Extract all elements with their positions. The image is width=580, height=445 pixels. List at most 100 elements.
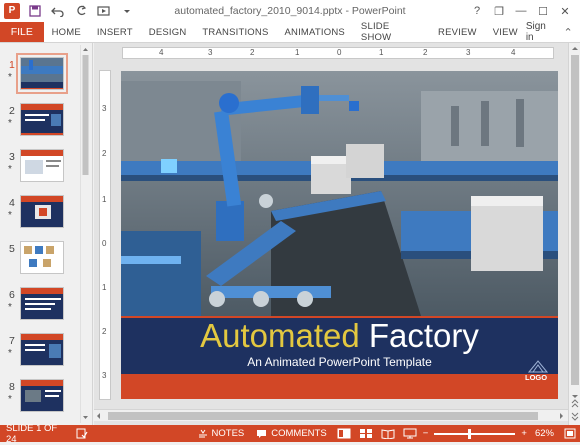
animation-star-icon: * — [8, 348, 12, 359]
minimize-button[interactable]: — — [510, 2, 532, 20]
fit-slide-button[interactable] — [560, 425, 580, 442]
animation-star-icon: * — [8, 302, 12, 313]
notes-button[interactable]: NOTES — [192, 425, 251, 442]
slide-show-icon — [403, 428, 417, 439]
ribbon-tabs: FILE HOME INSERT DESIGN TRANSITIONS ANIM… — [0, 21, 580, 43]
thumbnail-number: 2 — [9, 105, 15, 117]
slide-sorter-button[interactable] — [355, 425, 377, 442]
vertical-ruler: 3 2 1 0 1 2 3 — [99, 70, 111, 400]
undo-icon[interactable] — [50, 3, 66, 19]
slide-thumbnail-4[interactable]: 4 * — [0, 195, 80, 239]
tab-transitions[interactable]: TRANSITIONS — [194, 22, 276, 42]
ruler-label: 1 — [379, 48, 384, 57]
slide-thumbnail-7[interactable]: 7 * — [0, 333, 80, 377]
window-controls: ? ❐ — ☐ ✕ — [466, 2, 576, 20]
thumbnail-number: 1 — [9, 59, 15, 71]
slide-thumbnail-5[interactable]: 5 — [0, 241, 80, 285]
start-from-beginning-icon[interactable] — [96, 3, 112, 19]
thumbnail-number: 3 — [9, 151, 15, 163]
close-button[interactable]: ✕ — [554, 2, 576, 20]
slide-subtitle[interactable]: An Animated PowerPoint Template — [121, 355, 558, 369]
logo-mark-icon — [527, 360, 549, 373]
comments-button[interactable]: COMMENTS — [250, 425, 332, 442]
tab-review[interactable]: REVIEW — [430, 22, 485, 42]
thumbnail-image — [20, 149, 64, 182]
thumbnail-image — [20, 103, 64, 136]
slide-thumbnail-pane: 1 * 2 * 3 * 4 * 5 6 * 7 * 8 * — [0, 43, 93, 425]
quick-access-toolbar: P — [4, 3, 135, 19]
tab-view[interactable]: VIEW — [485, 22, 526, 42]
current-slide[interactable]: Automated Factory An Animated PowerPoint… — [121, 71, 558, 399]
ruler-label: 2 — [102, 149, 107, 158]
sign-in-link[interactable]: Sign in — [526, 21, 560, 43]
tab-animations[interactable]: ANIMATIONS — [277, 22, 353, 42]
normal-view-button[interactable] — [333, 425, 355, 442]
thumbnail-image — [16, 53, 68, 94]
ruler-label: 3 — [102, 104, 107, 113]
slide-thumbnail-3[interactable]: 3 * — [0, 149, 80, 193]
tab-file[interactable]: FILE — [0, 22, 44, 42]
slide-show-button[interactable] — [399, 425, 421, 442]
thumbnail-number: 6 — [9, 289, 15, 301]
thumbnail-image — [20, 195, 64, 228]
title-bar: P automated_factory_2010_9014.pptx - Pow… — [0, 0, 580, 22]
animation-star-icon: * — [8, 210, 12, 221]
comments-icon — [257, 429, 267, 438]
tab-slide-show[interactable]: SLIDE SHOW — [353, 21, 430, 43]
proofing-icon[interactable] — [70, 425, 94, 442]
slide-thumbnail-8[interactable]: 8 * — [0, 379, 80, 423]
animation-star-icon: * — [8, 394, 12, 405]
ruler-label: 2 — [102, 327, 107, 336]
normal-view-icon — [337, 428, 351, 439]
ribbon-display-options-button[interactable]: ❐ — [488, 2, 510, 20]
factory-scene-image — [121, 71, 558, 316]
comments-label: COMMENTS — [271, 428, 327, 439]
help-button[interactable]: ? — [466, 2, 488, 20]
zoom-level[interactable]: 62% — [529, 425, 560, 442]
slide-thumbnail-6[interactable]: 6 * — [0, 287, 80, 331]
logo-placeholder[interactable]: LOGO — [525, 359, 549, 382]
thumbnail-image — [20, 379, 64, 412]
slide-title[interactable]: Automated Factory — [121, 318, 558, 354]
ruler-label: 1 — [102, 283, 107, 292]
horizontal-scrollbar[interactable] — [94, 409, 568, 421]
thumbnail-number: 8 — [9, 381, 15, 393]
tab-home[interactable]: HOME — [44, 22, 89, 42]
title-word-factory: Factory — [368, 317, 479, 354]
thumbnail-number: 4 — [9, 197, 15, 209]
collapse-ribbon-icon[interactable]: ⌃ — [560, 22, 576, 42]
tab-design[interactable]: DESIGN — [141, 22, 195, 42]
animation-star-icon: * — [8, 72, 12, 83]
customize-toolbar-icon[interactable] — [119, 3, 135, 19]
notes-icon — [198, 429, 207, 437]
maximize-button[interactable]: ☐ — [532, 2, 554, 20]
slide-thumbnail-2[interactable]: 2 * — [0, 103, 80, 147]
tab-insert[interactable]: INSERT — [89, 22, 141, 42]
ruler-label: 1 — [295, 48, 300, 57]
thumbnail-scrollbar[interactable] — [80, 45, 89, 423]
horizontal-ruler: 4 3 2 1 0 1 2 3 4 — [122, 47, 554, 59]
zoom-out-button[interactable]: − — [421, 425, 431, 442]
vertical-scrollbar[interactable] — [568, 43, 580, 425]
powerpoint-logo-icon: P — [4, 3, 20, 19]
slide-thumbnail-1[interactable]: 1 * — [0, 53, 80, 101]
ruler-label: 4 — [159, 48, 164, 57]
notes-label: NOTES — [211, 428, 245, 439]
ruler-label: 3 — [466, 48, 471, 57]
ruler-label: 3 — [102, 371, 107, 380]
slide-indicator[interactable]: SLIDE 1 OF 24 — [0, 423, 70, 445]
thumbnail-image — [20, 241, 64, 274]
zoom-slider[interactable] — [434, 428, 516, 439]
slide-sorter-icon — [359, 429, 372, 438]
save-icon[interactable] — [27, 3, 43, 19]
reading-view-button[interactable] — [377, 425, 399, 442]
zoom-in-button[interactable]: + — [519, 425, 529, 442]
zoom-slider-thumb[interactable] — [468, 428, 472, 439]
animation-star-icon: * — [8, 118, 12, 129]
thumbnail-number: 7 — [9, 335, 15, 347]
status-bar: SLIDE 1 OF 24 NOTES COMMENTS − + 62% — [0, 423, 580, 445]
redo-icon[interactable] — [73, 3, 89, 19]
logo-text: LOGO — [525, 373, 548, 382]
ruler-label: 0 — [337, 48, 342, 57]
ruler-label: 2 — [250, 48, 255, 57]
